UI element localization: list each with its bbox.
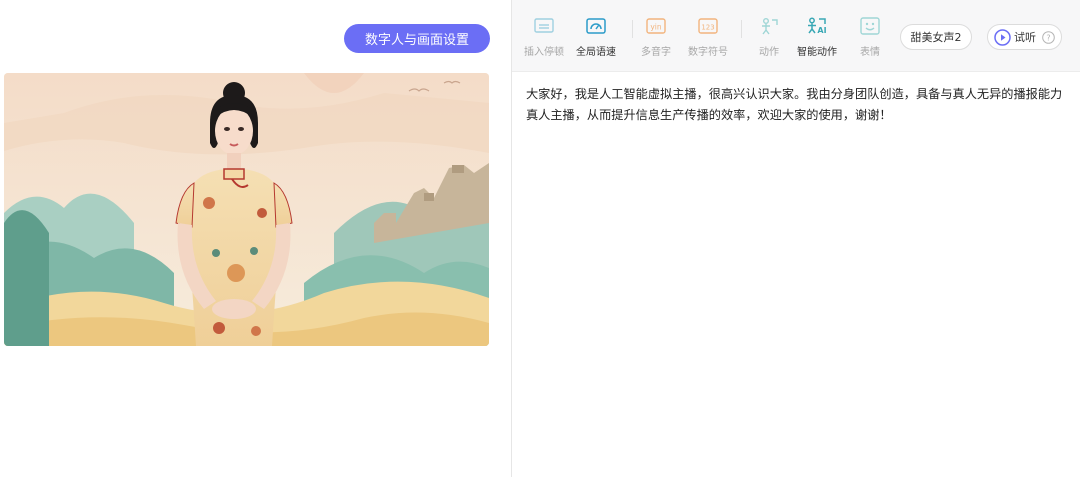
avatar-scene-settings-button[interactable]: 数字人与画面设置 — [344, 24, 490, 53]
smart-gesture-tool[interactable]: AI 智能动作 — [797, 16, 837, 60]
tool-label: 智能动作 — [797, 47, 837, 58]
expression-icon — [860, 17, 880, 35]
pinyin-icon: yin — [646, 18, 666, 34]
tool-label: 表情 — [860, 47, 880, 58]
script-editor-panel: 插入停顿 全局语速 yin 多音字 123 数字符号 动作 AI 智能动作 表情… — [512, 0, 1080, 477]
pause-insert-icon — [534, 18, 554, 33]
tool-label: 全局语速 — [576, 47, 616, 58]
polyphone-tool[interactable]: yin 多音字 — [641, 16, 671, 60]
help-icon[interactable]: ? — [1042, 30, 1055, 44]
svg-text:123: 123 — [701, 24, 714, 32]
editor-toolbar: 插入停顿 全局语速 yin 多音字 123 数字符号 动作 AI 智能动作 表情… — [512, 0, 1080, 72]
number-symbol-tool[interactable]: 123 数字符号 — [688, 16, 728, 60]
speed-gauge-icon — [586, 18, 606, 34]
voice-select[interactable]: 甜美女声2 — [900, 24, 972, 50]
svg-text:yin: yin — [650, 23, 662, 32]
play-icon — [994, 28, 1011, 46]
script-line: 真人主播，从而提升信息生产传播的效率，欢迎大家的使用，谢谢！ — [526, 108, 892, 122]
ai-gesture-icon: AI — [808, 17, 827, 35]
preview-listen-button[interactable]: 试听 ? — [987, 24, 1062, 50]
svg-text:AI: AI — [817, 26, 826, 35]
global-speed-tool[interactable]: 全局语速 — [576, 16, 616, 60]
gesture-tool[interactable]: 动作 — [758, 16, 780, 60]
insert-pause-tool[interactable]: 插入停顿 — [524, 16, 564, 60]
script-line: 大家好，我是人工智能虚拟主播，很高兴认识大家。我由分身团队创造，具备与真人无异的… — [526, 87, 1063, 101]
expression-tool[interactable]: 表情 — [859, 16, 881, 60]
avatar-scene-illustration — [4, 73, 489, 346]
preview-panel: 数字人与画面设置 — [0, 0, 511, 477]
toolbar-separator — [741, 20, 742, 38]
avatar-preview-canvas — [4, 73, 489, 346]
listen-label: 试听 — [1014, 31, 1036, 44]
number-symbol-icon: 123 — [698, 18, 718, 34]
toolbar-separator — [632, 20, 633, 38]
tool-label: 动作 — [759, 47, 779, 58]
svg-text:?: ? — [1046, 33, 1050, 42]
script-text-area[interactable]: 大家好，我是人工智能虚拟主播，很高兴认识大家。我由分身团队创造，具备与真人无异的… — [526, 84, 1080, 126]
tool-label: 多音字 — [641, 47, 671, 58]
tool-label: 数字符号 — [688, 47, 728, 58]
tool-label: 插入停顿 — [524, 47, 564, 58]
gesture-icon — [762, 18, 778, 35]
